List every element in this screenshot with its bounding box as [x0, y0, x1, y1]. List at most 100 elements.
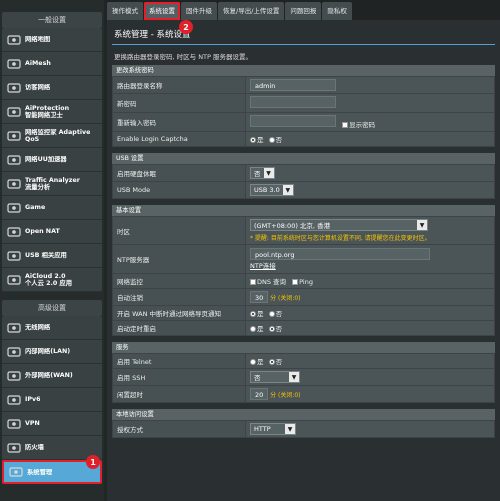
row-idle-timeout: 闲置超时 20 分 (关闭:0) [112, 385, 495, 403]
captcha-no-label: 否 [275, 136, 283, 144]
auto-logout-hint: 分 (关闭:0) [270, 295, 301, 302]
row-net-monitor: 网络监控 DNS 查询 Ping [112, 273, 495, 289]
ntp-server-input[interactable]: pool.ntp.org [250, 248, 430, 260]
sidebar-item-general-0[interactable]: 网络地图 [2, 28, 102, 52]
advanced-settings-header: 高级设置 [2, 300, 102, 316]
auth-method-value: HTTP [254, 425, 271, 433]
ping-checkbox[interactable] [292, 279, 299, 285]
sidebar: 一般设置 网络地图 AiMesh 访客网络 AiProtection 智能网络卫士 网络监… [0, 0, 104, 501]
ipv6-icon [6, 394, 21, 405]
timezone-select[interactable]: (GMT+08:00) 北京, 香港 ▼ [250, 219, 428, 231]
idle-timeout-input[interactable]: 20 [250, 388, 268, 400]
tab-5[interactable]: 隐私权 [322, 2, 352, 20]
tab-4[interactable]: 问题回报 [285, 2, 322, 20]
row-scheduled-reboot: 启动定时重启 是 否 [112, 320, 495, 336]
sidebar-item-label: 内部网络(LAN) [25, 348, 71, 355]
telnet-no-label: 否 [275, 358, 283, 366]
row-telnet: 启用 Telnet 是 否 [112, 353, 495, 369]
sidebar-item-advanced-1[interactable]: 内部网络(LAN) [2, 340, 102, 364]
lan-icon [6, 346, 21, 357]
ssh-value: 否 [254, 374, 261, 382]
reboot-no-radio[interactable] [268, 326, 275, 332]
guest-network-icon [6, 82, 21, 93]
local-access-form: 授权方式 HTTP ▼ [112, 420, 495, 438]
sidebar-item-advanced-2[interactable]: 外部网络(WAN) [2, 364, 102, 388]
sidebar-item-general-1[interactable]: AiMesh [2, 52, 102, 76]
general-settings-header: 一般设置 [2, 12, 102, 28]
tab-0[interactable]: 操作模式 [107, 2, 143, 20]
timezone-value: (GMT+08:00) 北京, 香港 [254, 222, 331, 230]
chevron-down-icon: ▼ [289, 372, 299, 382]
general-nav-group: 网络地图 AiMesh 访客网络 AiProtection 智能网络卫士 网络监控家 Ad… [2, 28, 102, 292]
timezone-warning: * 提醒: 目前系统时区与您计算机设置不同, 请提醒您在此变更时区。 [250, 235, 431, 242]
chevron-down-icon: ▼ [282, 185, 293, 195]
sidebar-item-general-2[interactable]: 访客网络 [2, 76, 102, 100]
aimesh-icon [6, 58, 21, 69]
reboot-no-label: 否 [275, 325, 283, 333]
wan-notify-no-label: 否 [275, 310, 283, 318]
admin-icon [8, 467, 23, 478]
main-panel: 操作模式 系统设置 固件升级 恢复/导出/上传设置 问题回报 隐私权 2 系统管理 - 系… [107, 0, 500, 501]
sidebar-item-general-5[interactable]: 网络UU加速器 [2, 148, 102, 172]
wan-notify-yes-radio[interactable] [250, 311, 256, 317]
sidebar-item-general-4[interactable]: 网络监控家 Adaptive QoS [2, 124, 102, 148]
row-retype-password: 重新输入密码 显示密码 [112, 112, 495, 132]
wan-notify-no-radio[interactable] [268, 311, 275, 317]
sidebar-item-advanced-3[interactable]: IPv6 [2, 388, 102, 412]
sidebar-item-general-8[interactable]: Open NAT [2, 220, 102, 244]
usb-mode-label: USB Mode [112, 181, 246, 199]
sidebar-item-general-3[interactable]: AiProtection 智能网络卫士 [2, 100, 102, 124]
usb-icon [6, 250, 21, 261]
reboot-yes-radio[interactable] [250, 326, 256, 332]
telnet-yes-radio[interactable] [250, 359, 256, 365]
row-new-password: 新密码 [112, 93, 495, 113]
tab-3[interactable]: 恢复/导出/上传设置 [218, 2, 285, 20]
sidebar-item-label: USB 相关应用 [25, 252, 67, 259]
hdd-hibernate-select[interactable]: 否 ▼ [250, 167, 275, 179]
login-name-label: 路由器登录名称 [112, 76, 246, 94]
sidebar-item-label: 访客网络 [25, 84, 51, 91]
ssh-label: 启用 SSH [112, 368, 246, 386]
new-password-input[interactable] [250, 96, 336, 108]
auto-logout-input[interactable]: 30 [250, 291, 268, 303]
login-name-input[interactable]: admin [250, 79, 336, 91]
retype-password-input[interactable] [250, 115, 336, 127]
sidebar-item-label: Traffic Analyzer 流量分析 [25, 176, 80, 191]
captcha-yes-label: 是 [257, 136, 264, 144]
sidebar-item-advanced-4[interactable]: VPN [2, 412, 102, 436]
telnet-no-radio[interactable] [268, 359, 275, 365]
dns-query-label: DNS 查询 [257, 278, 287, 286]
usb-mode-select[interactable]: USB 3.0 ▼ [250, 184, 294, 196]
scheduled-reboot-label: 启动定时重启 [112, 320, 246, 336]
ntp-server-label: NTP服务器 [112, 244, 246, 274]
captcha-yes-radio[interactable] [250, 137, 256, 143]
tab-1[interactable]: 系统设置 [144, 2, 180, 20]
row-wan-notify: 开启 WAN 中断时通过网络导页通知 是 否 [112, 305, 495, 321]
accelerator-icon [6, 154, 21, 165]
show-password-label: 显示密码 [349, 121, 376, 129]
sidebar-item-general-9[interactable]: USB 相关应用 [2, 244, 102, 268]
auth-method-select[interactable]: HTTP ▼ [250, 423, 296, 435]
sidebar-item-label: AiMesh [25, 60, 51, 67]
sidebar-item-advanced-0[interactable]: 无线网络 [2, 316, 102, 340]
qos-icon [6, 130, 21, 141]
tab-2[interactable]: 固件升级 [181, 2, 217, 20]
show-password-checkbox[interactable] [342, 122, 349, 128]
row-hdd-hibernate: 启用硬盘休眠 否 ▼ [112, 164, 495, 182]
timezone-label: 时区 [112, 216, 246, 245]
ntp-link[interactable]: NTP连接 [250, 262, 276, 270]
page-title: 系统管理 - 系统设置 [114, 30, 191, 40]
row-login-captcha: Enable Login Captcha 是 否 [112, 131, 495, 147]
captcha-no-radio[interactable] [268, 137, 275, 143]
hdd-hibernate-label: 启用硬盘休眠 [112, 164, 246, 182]
firewall-icon [6, 442, 21, 453]
sidebar-item-general-6[interactable]: Traffic Analyzer 流量分析 [2, 172, 102, 196]
network-monitor-label: 网络监控 [112, 273, 246, 289]
wan-icon [6, 370, 21, 381]
service-form: 启用 Telnet 是 否 启用 SSH 否 ▼ 闲置超时 20 分 (关闭:0) [112, 353, 495, 403]
ssh-select[interactable]: 否 ▼ [250, 371, 300, 383]
usb-mode-value: USB 3.0 [254, 186, 280, 194]
dns-query-checkbox[interactable] [250, 279, 256, 285]
sidebar-item-general-10[interactable]: AiCloud 2.0 个人云 2.0 应用 [2, 268, 102, 292]
sidebar-item-general-7[interactable]: Game [2, 196, 102, 220]
